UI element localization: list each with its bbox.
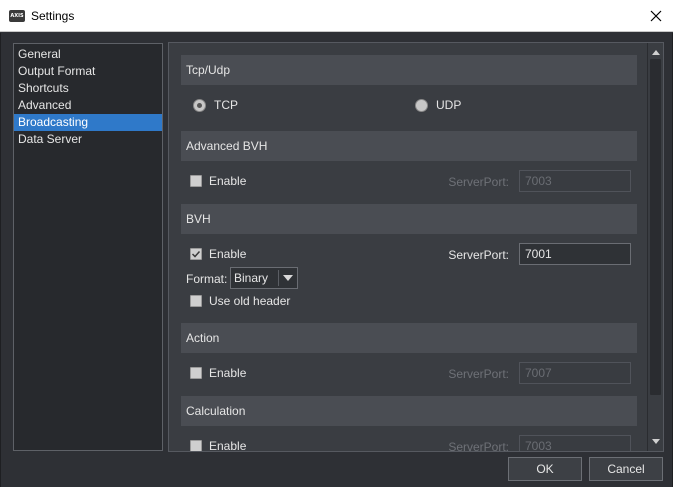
ok-button[interactable]: OK xyxy=(508,457,582,481)
use-old-header-box xyxy=(190,295,202,307)
title-bar: AXIS Settings xyxy=(0,0,673,32)
section-header-tcp-udp: Tcp/Udp xyxy=(181,55,637,85)
radio-selected-dot xyxy=(197,102,202,108)
section-header-calculation: Calculation xyxy=(181,396,637,426)
calculation-enable-label: Enable xyxy=(209,439,247,451)
nav-item-shortcuts[interactable]: Shortcuts xyxy=(14,80,162,97)
nav-item-general[interactable]: General xyxy=(14,46,162,63)
settings-window: General Output Format Shortcuts Advanced… xyxy=(0,33,673,487)
calculation-enable-checkbox[interactable]: Enable xyxy=(190,439,246,451)
use-old-header-checkbox[interactable]: Use old header xyxy=(190,294,290,308)
close-button[interactable] xyxy=(639,0,673,32)
vertical-scrollbar[interactable] xyxy=(647,43,663,451)
calculation-enable-box xyxy=(190,440,202,451)
udp-radio-indicator xyxy=(415,98,428,112)
advanced-bvh-enable-label: Enable xyxy=(209,174,247,188)
bvh-format-select[interactable]: Binary xyxy=(230,267,298,289)
app-logo-icon: AXIS xyxy=(9,10,25,22)
scrollbar-thumb[interactable] xyxy=(650,59,661,395)
tcp-radio-label: TCP xyxy=(214,98,238,112)
arrow-down-icon xyxy=(652,439,660,444)
action-enable-checkbox[interactable]: Enable xyxy=(190,366,246,380)
scroll-up-button[interactable] xyxy=(649,45,663,59)
select-separator xyxy=(278,270,279,286)
broadcasting-panel: Tcp/Udp TCP UDP Advanced BVH Enable Serv… xyxy=(168,42,664,452)
tcp-radio[interactable]: TCP xyxy=(193,98,238,112)
close-icon xyxy=(650,10,662,22)
section-header-bvh: BVH xyxy=(181,204,637,234)
bvh-enable-box xyxy=(190,248,202,260)
broadcasting-scroll-area: Tcp/Udp TCP UDP Advanced BVH Enable Serv… xyxy=(169,43,646,451)
bvh-enable-label: Enable xyxy=(209,247,247,261)
cancel-button[interactable]: Cancel xyxy=(589,457,663,481)
settings-category-list: General Output Format Shortcuts Advanced… xyxy=(13,43,163,451)
window-title: Settings xyxy=(31,9,75,23)
udp-radio-label: UDP xyxy=(436,98,462,112)
chevron-down-icon xyxy=(283,275,293,281)
advanced-bvh-port-label: ServerPort: xyxy=(448,175,509,189)
advanced-bvh-enable-box xyxy=(190,175,202,187)
nav-item-output-format[interactable]: Output Format xyxy=(14,63,162,80)
advanced-bvh-port-input[interactable] xyxy=(519,170,631,192)
bvh-enable-checkbox[interactable]: Enable xyxy=(190,247,246,261)
calculation-port-label: ServerPort: xyxy=(448,440,509,451)
section-header-advanced-bvh: Advanced BVH xyxy=(181,131,637,161)
nav-item-data-server[interactable]: Data Server xyxy=(14,131,162,148)
action-port-label: ServerPort: xyxy=(448,367,509,381)
nav-item-advanced[interactable]: Advanced xyxy=(14,97,162,114)
advanced-bvh-enable-checkbox[interactable]: Enable xyxy=(190,174,246,188)
scroll-down-button[interactable] xyxy=(649,435,663,449)
action-enable-box xyxy=(190,367,202,379)
bvh-port-label: ServerPort: xyxy=(448,248,509,262)
tcp-radio-indicator xyxy=(193,98,206,112)
bvh-format-label: Format: xyxy=(186,272,228,286)
action-enable-label: Enable xyxy=(209,366,247,380)
checkmark-icon xyxy=(191,250,201,258)
bvh-format-value: Binary xyxy=(234,271,269,285)
action-port-input[interactable] xyxy=(519,362,631,384)
bvh-port-input[interactable] xyxy=(519,243,631,265)
nav-item-broadcasting[interactable]: Broadcasting xyxy=(14,114,162,131)
calculation-port-input[interactable] xyxy=(519,435,631,451)
udp-radio[interactable]: UDP xyxy=(415,98,461,112)
section-header-action: Action xyxy=(181,323,637,353)
arrow-up-icon xyxy=(652,50,660,55)
use-old-header-label: Use old header xyxy=(209,294,291,308)
